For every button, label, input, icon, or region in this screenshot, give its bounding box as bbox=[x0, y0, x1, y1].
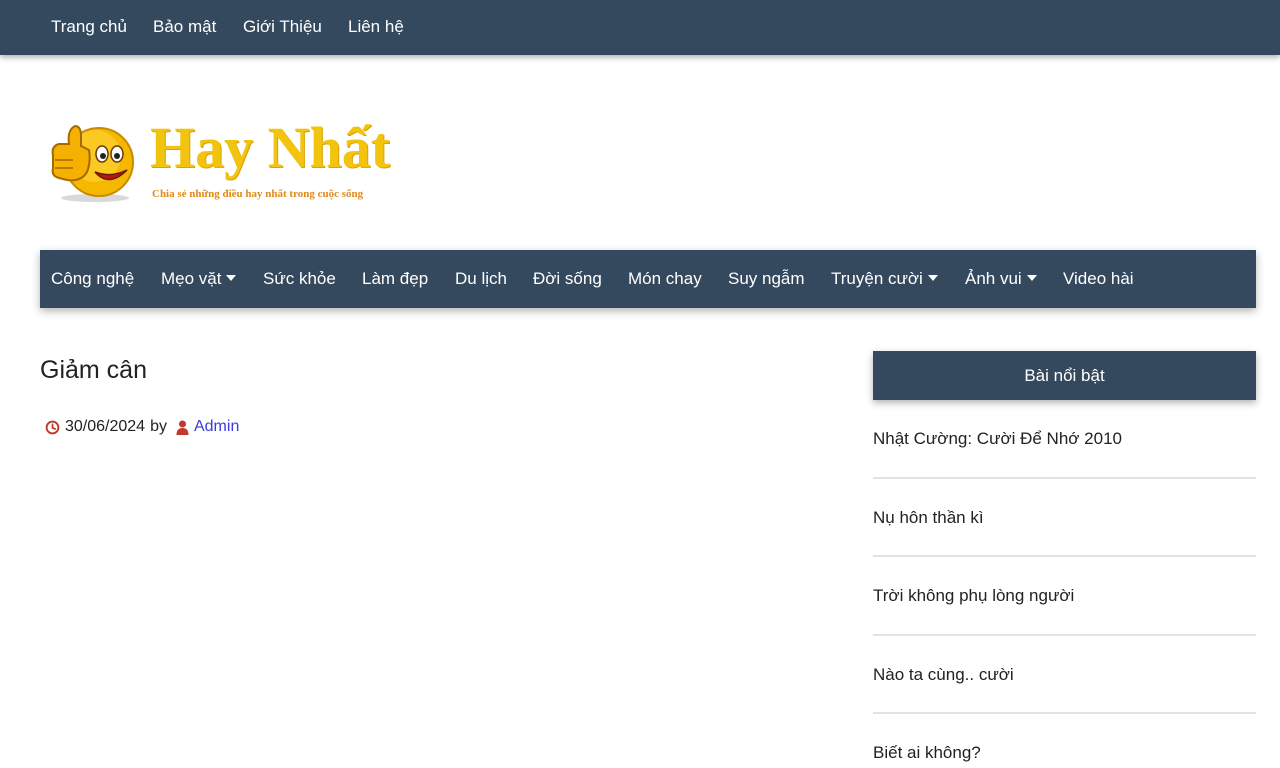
nav-item-label: Công nghệ bbox=[51, 269, 135, 288]
caret-down-icon bbox=[226, 275, 237, 281]
nav-item-truyen-cuoi[interactable]: Truyện cười bbox=[831, 269, 938, 289]
list-item: Trời không phụ lòng người bbox=[873, 557, 1256, 636]
nav-item-lam-dep[interactable]: Làm đẹp bbox=[362, 269, 428, 289]
featured-posts-list: Nhật Cường: Cười Để Nhớ 2010 Nụ hôn thần… bbox=[873, 400, 1256, 768]
nav-item-doi-song[interactable]: Đời sống bbox=[533, 269, 602, 289]
topnav-privacy-link[interactable]: Bảo mật bbox=[153, 17, 216, 37]
nav-item-label: Truyện cười bbox=[831, 269, 923, 288]
nav-item-label: Ảnh vui bbox=[965, 269, 1022, 288]
nav-item-label: Sức khỏe bbox=[263, 269, 336, 288]
featured-post-link[interactable]: Nụ hôn thần kì bbox=[873, 508, 984, 528]
nav-item-label: Đời sống bbox=[533, 269, 602, 288]
nav-item-suc-khoe[interactable]: Sức khỏe bbox=[263, 269, 336, 289]
nav-item-label: Du lịch bbox=[455, 269, 507, 288]
main-category-nav: Công nghệ Mẹo vặt Sức khỏe Làm đẹp Du lị… bbox=[40, 250, 1256, 308]
featured-post-link[interactable]: Trời không phụ lòng người bbox=[873, 586, 1074, 606]
caret-down-icon bbox=[927, 275, 938, 281]
clock-icon bbox=[45, 420, 60, 434]
featured-post-link[interactable]: Nhật Cường: Cười Để Nhớ 2010 bbox=[873, 429, 1122, 449]
nav-item-meo-vat[interactable]: Mẹo vặt bbox=[161, 269, 237, 289]
list-item: Nào ta cùng.. cười bbox=[873, 636, 1256, 714]
post-meta: 30/06/2024 by Admin bbox=[45, 418, 239, 436]
nav-item-label: Món chay bbox=[628, 269, 702, 288]
nav-item-label: Suy ngẫm bbox=[728, 269, 805, 288]
nav-item-suy-ngam[interactable]: Suy ngẫm bbox=[728, 269, 805, 289]
thumbs-up-smiley-icon bbox=[51, 124, 134, 202]
user-icon bbox=[176, 420, 189, 435]
nav-item-mon-chay[interactable]: Món chay bbox=[628, 269, 702, 289]
logo-title: Hay Nhất bbox=[150, 115, 391, 180]
nav-item-anh-vui[interactable]: Ảnh vui bbox=[965, 269, 1037, 289]
list-item: Biết ai không? bbox=[873, 714, 1256, 768]
nav-item-video-hai[interactable]: Video hài bbox=[1063, 269, 1134, 289]
topnav-home-link[interactable]: Trang chủ bbox=[51, 17, 127, 37]
featured-posts-heading: Bài nổi bật bbox=[873, 351, 1256, 400]
topnav-about-link[interactable]: Giới Thiệu bbox=[243, 17, 322, 37]
caret-down-icon bbox=[1026, 275, 1037, 281]
nav-item-label: Làm đẹp bbox=[362, 269, 429, 288]
top-navbar: Trang chủ Bảo mật Giới Thiệu Liên hệ bbox=[0, 0, 1280, 55]
nav-item-du-lich[interactable]: Du lịch bbox=[455, 269, 507, 289]
list-item: Nụ hôn thần kì bbox=[873, 479, 1256, 557]
post-by-label: by bbox=[150, 418, 167, 435]
nav-item-label: Mẹo vặt bbox=[161, 269, 222, 288]
post-author-link[interactable]: Admin bbox=[194, 418, 239, 436]
logo-tagline: Chia sẻ những điều hay nhất trong cuộc s… bbox=[152, 188, 364, 200]
nav-item-label: Video hài bbox=[1063, 269, 1134, 288]
nav-item-cong-nghe[interactable]: Công nghệ bbox=[51, 269, 134, 289]
post-title: Giảm cân bbox=[40, 356, 147, 384]
topnav-contact-link[interactable]: Liên hệ bbox=[348, 17, 404, 37]
site-logo[interactable]: Hay Nhất Chia sẻ những điều hay nhất tro… bbox=[47, 108, 437, 208]
featured-post-link[interactable]: Biết ai không? bbox=[873, 743, 981, 763]
post-date: 30/06/2024 bbox=[65, 418, 146, 435]
list-item: Nhật Cường: Cười Để Nhớ 2010 bbox=[873, 400, 1256, 479]
featured-post-link[interactable]: Nào ta cùng.. cười bbox=[873, 665, 1014, 685]
